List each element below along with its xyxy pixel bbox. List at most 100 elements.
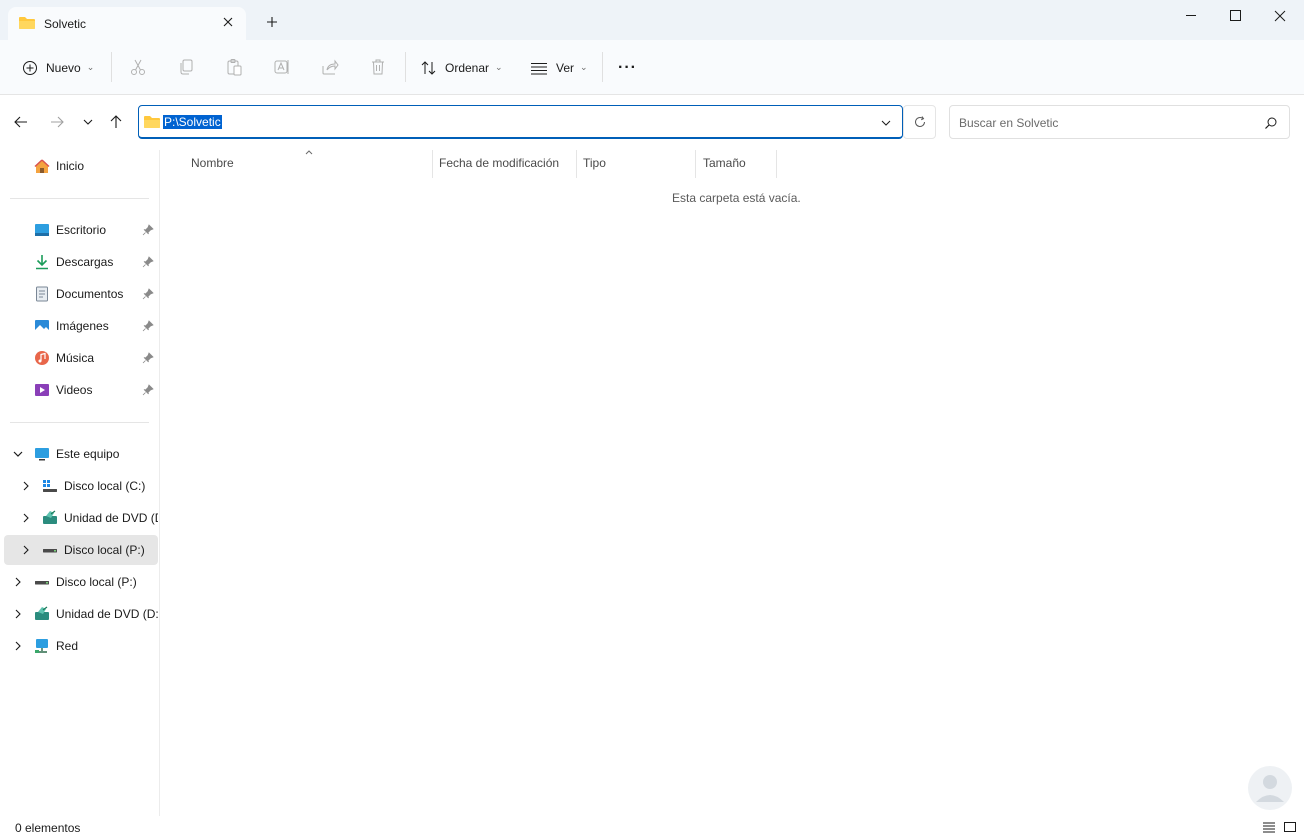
sort-label: Ordenar	[445, 60, 490, 75]
toolbar-divider	[111, 52, 112, 82]
sidebar-item-downloads[interactable]: Descargas	[4, 247, 158, 277]
add-tab-icon[interactable]	[264, 14, 280, 30]
chevron-right-icon[interactable]	[21, 481, 31, 491]
forward-arrow-icon[interactable]	[48, 113, 66, 131]
paste-icon[interactable]	[225, 58, 243, 76]
refresh-button[interactable]	[903, 105, 936, 139]
chevron-right-icon[interactable]	[13, 641, 23, 651]
chevron-right-icon[interactable]	[13, 609, 23, 619]
chevron-right-icon[interactable]	[21, 513, 31, 523]
chevron-down-icon[interactable]	[13, 449, 23, 459]
sidebar-item-label: Escritorio	[56, 223, 107, 237]
chevron-down-icon: ⌄	[580, 62, 588, 72]
sidebar-item-pictures[interactable]: Imágenes	[4, 311, 158, 341]
copy-icon[interactable]	[177, 58, 195, 76]
search-input[interactable]: Buscar en Solvetic	[949, 105, 1290, 139]
minimize-icon[interactable]	[1168, 0, 1214, 32]
close-window-icon[interactable]	[1257, 0, 1303, 32]
tab-solvetic[interactable]: Solvetic	[8, 7, 246, 40]
pin-icon[interactable]	[142, 256, 154, 268]
sidebar-item-label: Disco local (P:)	[56, 575, 137, 589]
delete-icon[interactable]	[369, 58, 387, 76]
back-arrow-icon[interactable]	[12, 113, 30, 131]
column-divider[interactable]	[432, 150, 433, 178]
sidebar-item-music[interactable]: Música	[4, 343, 158, 373]
view-icon	[531, 62, 547, 74]
sidebar-item-documents[interactable]: Documentos	[4, 279, 158, 309]
folder-icon	[144, 116, 160, 128]
column-header-size[interactable]: Tamaño	[703, 156, 746, 170]
pictures-icon	[35, 320, 49, 332]
system-drive-icon	[43, 480, 57, 492]
chevron-down-icon: ⌄	[495, 62, 503, 72]
address-input[interactable]: P:\Solvetic	[163, 115, 222, 129]
toolbar-divider	[405, 52, 406, 82]
address-row: P:\Solvetic Buscar en Solvetic	[0, 95, 1304, 150]
sort-icon	[421, 60, 436, 75]
share-icon[interactable]	[321, 58, 339, 76]
sidebar-item-home[interactable]: Inicio	[4, 151, 158, 181]
music-icon	[35, 351, 49, 365]
column-header-date-modified[interactable]: Fecha de modificación	[439, 156, 559, 170]
sidebar-divider	[10, 422, 149, 423]
desktop-icon	[35, 224, 49, 236]
column-divider[interactable]	[695, 150, 696, 178]
plus-circle-icon	[23, 60, 37, 75]
sidebar-item-network[interactable]: Red	[4, 631, 158, 661]
pin-icon[interactable]	[142, 288, 154, 300]
cut-icon[interactable]	[129, 58, 147, 76]
folder-icon	[19, 17, 35, 29]
pin-icon[interactable]	[142, 224, 154, 236]
column-divider[interactable]	[776, 150, 777, 178]
sidebar-item-label: Videos	[56, 383, 93, 397]
sidebar-item-this-pc[interactable]: Este equipo	[4, 439, 158, 469]
rename-icon[interactable]	[273, 58, 291, 76]
sort-ascending-icon	[305, 150, 313, 155]
up-arrow-icon[interactable]	[107, 113, 125, 131]
sidebar-item-label: Descargas	[56, 255, 114, 269]
pin-icon[interactable]	[142, 384, 154, 396]
sidebar-item-drive-c[interactable]: Disco local (C:)	[4, 471, 158, 501]
chevron-right-icon[interactable]	[13, 577, 23, 587]
sidebar-item-dvd-drive-root[interactable]: Unidad de DVD (D:)	[4, 599, 158, 629]
maximize-icon[interactable]	[1213, 0, 1259, 32]
column-divider[interactable]	[576, 150, 577, 178]
computer-icon	[35, 448, 49, 461]
more-icon: ···	[618, 58, 637, 76]
pin-icon[interactable]	[142, 320, 154, 332]
drive-icon	[43, 549, 57, 553]
sidebar-item-label: Unidad de DVD (D	[64, 511, 158, 525]
new-label: Nuevo	[46, 60, 81, 75]
view-label: Ver	[556, 60, 575, 75]
dvd-drive-icon	[43, 510, 57, 524]
sidebar-item-label: Red	[56, 639, 79, 653]
column-header-name[interactable]: Nombre	[191, 156, 234, 170]
sort-button[interactable]: Ordenar ⌄	[420, 40, 503, 95]
sidebar-item-drive-p-root[interactable]: Disco local (P:)	[4, 567, 158, 597]
sidebar-item-label: Imágenes	[56, 319, 109, 333]
item-count: 0 elementos	[15, 821, 81, 835]
sidebar-item-label: Música	[56, 351, 95, 365]
chevron-right-icon[interactable]	[21, 545, 31, 555]
new-button[interactable]: Nuevo ⌄	[22, 40, 94, 95]
sidebar-item-label: Inicio	[56, 159, 85, 173]
dvd-drive-icon	[35, 606, 49, 620]
sidebar-item-desktop[interactable]: Escritorio	[4, 215, 158, 245]
address-bar[interactable]: P:\Solvetic	[138, 105, 903, 139]
pin-icon[interactable]	[142, 352, 154, 364]
close-tab-icon[interactable]	[220, 14, 236, 30]
sidebar-item-videos[interactable]: Videos	[4, 375, 158, 405]
column-header-type[interactable]: Tipo	[583, 156, 606, 170]
view-button[interactable]: Ver ⌄	[530, 40, 588, 95]
videos-icon	[35, 384, 49, 396]
chevron-down-icon[interactable]	[879, 116, 893, 130]
recent-locations-icon[interactable]	[79, 113, 97, 131]
more-options-button[interactable]: ···	[618, 40, 637, 95]
sidebar-item-drive-p[interactable]: Disco local (P:)	[4, 535, 158, 565]
network-icon	[35, 639, 48, 653]
drive-icon	[35, 581, 49, 585]
sidebar-item-label: Unidad de DVD (D:)	[56, 607, 158, 621]
documents-icon	[36, 286, 48, 302]
search-icon[interactable]	[1264, 116, 1278, 130]
sidebar-item-dvd-drive[interactable]: Unidad de DVD (D	[4, 503, 158, 533]
